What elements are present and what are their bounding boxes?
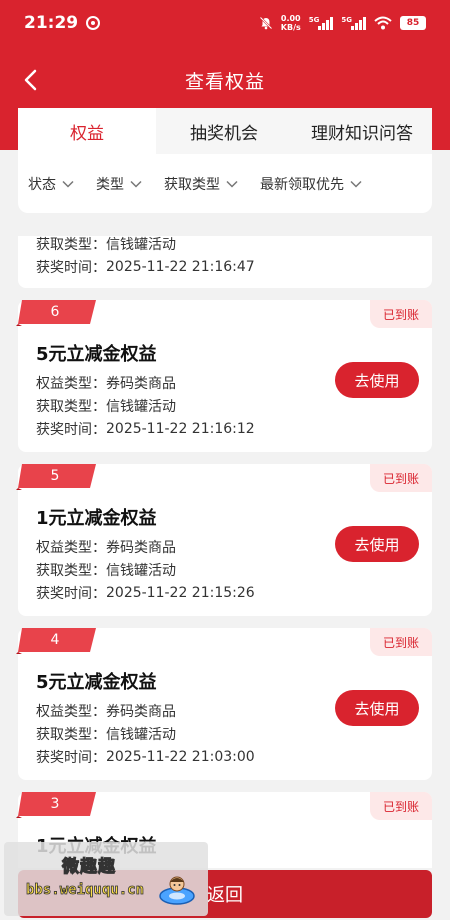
time-line: 获奖时间： 2025-11-22 21:15:26 bbox=[36, 584, 255, 602]
watermark-url: bbs.weiququ.cn bbox=[26, 882, 145, 899]
benefit-title: 1元立减金权益 bbox=[36, 508, 157, 529]
status-bar: 21:29 0.00 KB/s 5G 5G 85 bbox=[0, 0, 450, 46]
type-line: 权益类型： 券码类商品 bbox=[36, 703, 176, 720]
filter-panel: 权益 抽奖机会 理财知识问答 状态 类型 获取类型 最新领取优先 bbox=[18, 108, 432, 213]
status-time: 21:29 bbox=[24, 13, 79, 33]
filter-source-type[interactable]: 获取类型 bbox=[164, 174, 238, 194]
status-badge: 已到账 bbox=[370, 628, 432, 656]
list-item: 5 已到账 1元立减金权益 权益类型： 券码类商品 获取类型： 信钱罐活动 获奖时间… bbox=[16, 464, 432, 616]
chevron-down-icon bbox=[130, 180, 142, 188]
benefit-list[interactable]: 获取类型： 信钱罐活动 获奖时间： 2025-11-22 21:16:47 6 已到… bbox=[0, 236, 450, 868]
network-speed: 0.00 KB/s bbox=[280, 14, 301, 32]
filter-row: 状态 类型 获取类型 最新领取优先 bbox=[18, 154, 432, 213]
status-badge: 已到账 bbox=[370, 464, 432, 492]
filter-sort[interactable]: 最新领取优先 bbox=[260, 174, 362, 194]
mute-bell-icon bbox=[259, 16, 272, 30]
nav-bar: 查看权益 bbox=[0, 52, 450, 108]
time-line: 获奖时间： 2025-11-22 21:16:12 bbox=[36, 420, 255, 438]
status-badge: 已到账 bbox=[370, 792, 432, 820]
chevron-down-icon bbox=[226, 180, 238, 188]
index-number: 6 bbox=[50, 304, 60, 320]
status-badge: 已到账 bbox=[370, 300, 432, 328]
source-line: 获取类型： 信钱罐活动 bbox=[36, 236, 176, 253]
use-button[interactable]: 去使用 bbox=[335, 690, 419, 726]
type-line: 权益类型： 券码类商品 bbox=[36, 539, 176, 556]
list-item: 6 已到账 5元立减金权益 权益类型： 券码类商品 获取类型： 信钱罐活动 获奖时间… bbox=[16, 300, 432, 452]
source-line: 获取类型： 信钱罐活动 bbox=[36, 562, 176, 579]
battery-icon: 85 bbox=[400, 16, 426, 30]
tab-bar: 权益 抽奖机会 理财知识问答 bbox=[18, 108, 432, 154]
time-line: 获奖时间： 2025-11-22 21:16:47 bbox=[36, 258, 255, 276]
filter-status[interactable]: 状态 bbox=[28, 174, 74, 194]
list-item: 获取类型： 信钱罐活动 获奖时间： 2025-11-22 21:16:47 bbox=[18, 236, 432, 288]
type-line: 权益类型： 券码类商品 bbox=[36, 375, 176, 392]
chevron-down-icon bbox=[350, 180, 362, 188]
signal-icon: 5G bbox=[341, 16, 366, 30]
benefit-title: 5元立减金权益 bbox=[36, 344, 157, 365]
benefit-title: 5元立减金权益 bbox=[36, 672, 157, 693]
watermark-title: 微趣趣 bbox=[62, 857, 116, 878]
tab-finance-quiz[interactable]: 理财知识问答 bbox=[292, 108, 432, 154]
swim-ring-icon bbox=[159, 876, 195, 905]
wifi-icon bbox=[374, 16, 392, 30]
use-button[interactable]: 去使用 bbox=[335, 362, 419, 398]
tab-benefits[interactable]: 权益 bbox=[18, 108, 156, 154]
index-number: 4 bbox=[50, 632, 60, 648]
index-number: 5 bbox=[50, 468, 60, 484]
chevron-down-icon bbox=[62, 180, 74, 188]
back-arrow-icon[interactable] bbox=[14, 64, 46, 96]
filter-type[interactable]: 类型 bbox=[96, 174, 142, 194]
source-line: 获取类型： 信钱罐活动 bbox=[36, 726, 176, 743]
signal-icon: 5G bbox=[309, 16, 334, 30]
time-line: 获奖时间： 2025-11-22 21:03:00 bbox=[36, 748, 255, 766]
page-title: 查看权益 bbox=[184, 70, 265, 93]
watermark: 微趣趣 bbs.weiququ.cn bbox=[4, 842, 208, 916]
source-line: 获取类型： 信钱罐活动 bbox=[36, 398, 176, 415]
app-notification-icon bbox=[86, 16, 101, 30]
index-number: 3 bbox=[50, 796, 60, 812]
list-item: 4 已到账 5元立减金权益 权益类型： 券码类商品 获取类型： 信钱罐活动 获奖时间… bbox=[16, 628, 432, 780]
tab-lottery-chances[interactable]: 抽奖机会 bbox=[156, 108, 292, 154]
use-button[interactable]: 去使用 bbox=[335, 526, 419, 562]
